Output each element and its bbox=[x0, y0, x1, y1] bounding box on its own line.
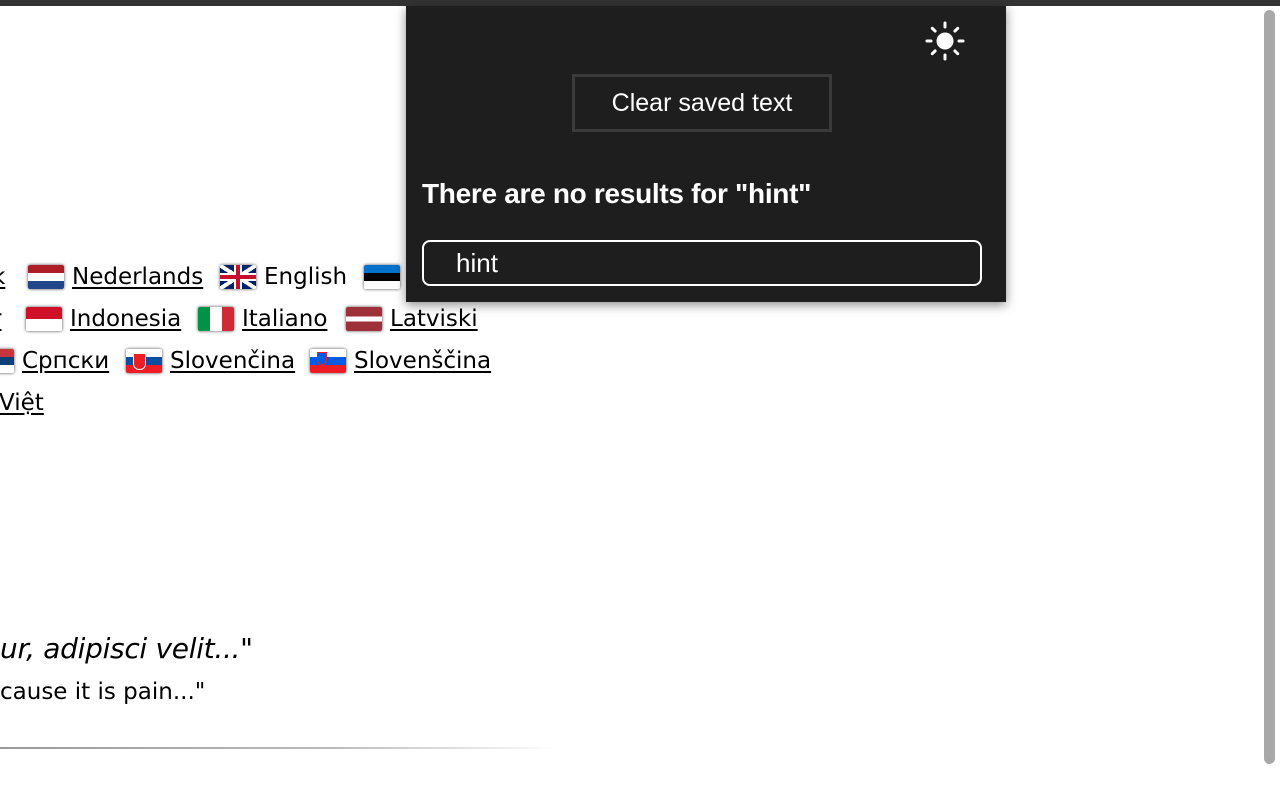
clear-saved-text-button[interactable]: Clear saved text bbox=[572, 74, 832, 132]
language-link-latviski[interactable]: Latviski bbox=[390, 306, 478, 332]
slovakia-flag-icon bbox=[126, 349, 162, 373]
language-link-partial[interactable]: r bbox=[0, 306, 1, 332]
language-item-italiano[interactable]: Italiano bbox=[198, 306, 327, 332]
language-link-label[interactable]: k bbox=[0, 264, 5, 290]
netherlands-flag-icon bbox=[28, 265, 64, 289]
italy-flag-icon bbox=[198, 307, 234, 331]
language-link-slovencina[interactable]: Slovenčina bbox=[170, 348, 295, 374]
find-popup: Clear saved text There are no results fo… bbox=[406, 6, 1006, 302]
language-link-label[interactable]: r bbox=[0, 306, 1, 332]
language-item-latviski[interactable]: Latviski bbox=[346, 306, 478, 332]
language-link-slovenscina[interactable]: Slovenščina bbox=[354, 348, 491, 374]
language-link-srpski[interactable]: Српски bbox=[22, 348, 109, 374]
slovenia-flag-icon bbox=[310, 349, 346, 373]
sun-icon bbox=[925, 21, 965, 61]
language-item-slovencina[interactable]: Slovenčina bbox=[126, 348, 295, 374]
latvia-flag-icon bbox=[346, 307, 382, 331]
search-input[interactable] bbox=[422, 240, 982, 286]
language-item-nederlands[interactable]: Nederlands bbox=[28, 264, 203, 290]
language-item-estonian[interactable] bbox=[364, 265, 408, 289]
theme-toggle-button[interactable] bbox=[924, 20, 966, 62]
serbia-flag-icon bbox=[0, 349, 14, 373]
language-current-english: English bbox=[264, 264, 348, 290]
language-link-partial[interactable]: k bbox=[0, 264, 5, 290]
language-item-slovenscina[interactable]: Slovenščina bbox=[310, 348, 491, 374]
language-item-indonesia[interactable]: Indonesia bbox=[26, 306, 181, 332]
indonesia-flag-icon bbox=[26, 307, 62, 331]
language-item-english: English bbox=[220, 264, 347, 290]
language-link-nederlands[interactable]: Nederlands bbox=[72, 264, 203, 290]
estonia-flag-icon bbox=[364, 265, 400, 289]
english-quote: cause it is pain..." bbox=[0, 679, 206, 705]
divider bbox=[0, 747, 560, 749]
scrollbar-thumb[interactable] bbox=[1264, 10, 1275, 764]
uk-flag-icon bbox=[220, 265, 256, 289]
language-item-srpski[interactable]: Српски bbox=[0, 348, 109, 374]
language-item-tieng-viet[interactable]: Việt bbox=[0, 390, 44, 416]
language-link-indonesia[interactable]: Indonesia bbox=[70, 306, 181, 332]
no-results-message: There are no results for "hint" bbox=[422, 178, 812, 209]
language-link-italiano[interactable]: Italiano bbox=[242, 306, 327, 332]
latin-quote: ur, adipisci velit..." bbox=[0, 632, 253, 665]
language-link-tieng-viet[interactable]: Việt bbox=[0, 390, 44, 416]
